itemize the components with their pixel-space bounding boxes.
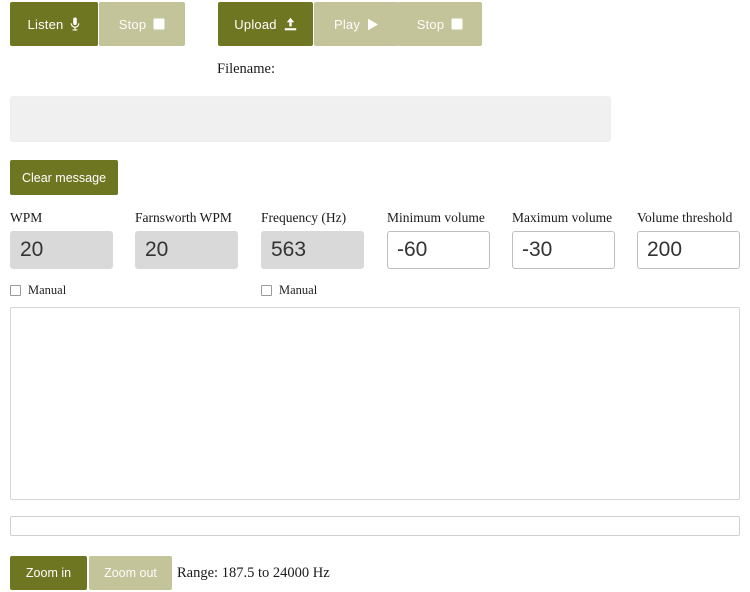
field-wpm-label: WPM bbox=[10, 210, 43, 225]
zoom-out-label: Zoom out bbox=[104, 566, 157, 580]
stop-listen-button[interactable]: Stop bbox=[99, 2, 185, 46]
stop-square-icon bbox=[153, 18, 165, 30]
field-maximum-volume: Maximum volume bbox=[512, 210, 615, 269]
manual-checkbox-frequency[interactable]: Manual bbox=[10, 283, 66, 298]
field-volume-threshold-label: Volume threshold bbox=[637, 210, 733, 225]
field-maximum-volume-label: Maximum volume bbox=[512, 210, 613, 225]
zoom-out-button[interactable]: Zoom out bbox=[89, 556, 172, 590]
clear-message-label: Clear message bbox=[21, 170, 107, 185]
listen-button-label: Listen bbox=[27, 16, 64, 32]
field-volume-threshold-input[interactable] bbox=[637, 231, 740, 269]
filename-input[interactable] bbox=[10, 96, 611, 142]
upload-button[interactable]: Upload bbox=[218, 2, 313, 46]
field-frequency-input[interactable] bbox=[261, 231, 364, 269]
top-toolbar: Listen Stop Upload Play Stop bbox=[0, 0, 750, 48]
field-frequency-label: Frequency (Hz) bbox=[261, 210, 347, 225]
listen-button[interactable]: Listen bbox=[10, 2, 98, 46]
microphone-icon bbox=[70, 17, 80, 31]
spectrum-bar[interactable] bbox=[10, 516, 740, 536]
field-minimum-volume: Minimum volume bbox=[387, 210, 490, 269]
zoom-in-label: Zoom in bbox=[25, 566, 72, 580]
manual-checkbox-frequency-label: Manual bbox=[28, 283, 67, 297]
play-button[interactable]: Play bbox=[314, 2, 399, 46]
parameter-fields: WPM Farnsworth WPM Frequency (Hz) Minimu… bbox=[0, 210, 750, 272]
upload-icon bbox=[284, 17, 297, 31]
field-farnsworth-wpm: Farnsworth WPM bbox=[135, 210, 238, 269]
field-wpm-input[interactable] bbox=[10, 231, 113, 269]
checkbox-icon[interactable] bbox=[10, 285, 21, 296]
stop-play-button[interactable]: Stop bbox=[398, 2, 482, 46]
field-volume-threshold: Volume threshold bbox=[637, 210, 740, 269]
upload-button-label: Upload bbox=[234, 16, 277, 32]
play-triangle-icon bbox=[367, 18, 379, 31]
field-minimum-volume-label: Minimum volume bbox=[387, 210, 485, 225]
play-button-label: Play bbox=[333, 16, 361, 32]
filename-label: Filename: bbox=[217, 61, 275, 77]
checkbox-icon[interactable] bbox=[261, 285, 272, 296]
field-farnsworth-wpm-input[interactable] bbox=[135, 231, 238, 269]
manual-checkbox-row: Manual Manual bbox=[0, 283, 750, 301]
field-frequency: Frequency (Hz) bbox=[261, 210, 364, 269]
zoom-in-button[interactable]: Zoom in bbox=[10, 556, 87, 590]
stop-listen-button-label: Stop bbox=[118, 16, 147, 32]
field-minimum-volume-input[interactable] bbox=[387, 231, 490, 269]
manual-checkbox-volume[interactable]: Manual bbox=[261, 283, 317, 298]
field-wpm: WPM bbox=[10, 210, 113, 269]
message-textarea[interactable] bbox=[10, 307, 740, 500]
frequency-range-text: Range: 187.5 to 24000 Hz bbox=[177, 565, 330, 581]
field-maximum-volume-input[interactable] bbox=[512, 231, 615, 269]
clear-message-button[interactable]: Clear message bbox=[10, 160, 118, 195]
stop-play-button-label: Stop bbox=[416, 16, 445, 32]
stop-square-icon bbox=[451, 18, 463, 30]
field-farnsworth-wpm-label: Farnsworth WPM bbox=[135, 210, 232, 225]
manual-checkbox-volume-label: Manual bbox=[279, 283, 318, 297]
